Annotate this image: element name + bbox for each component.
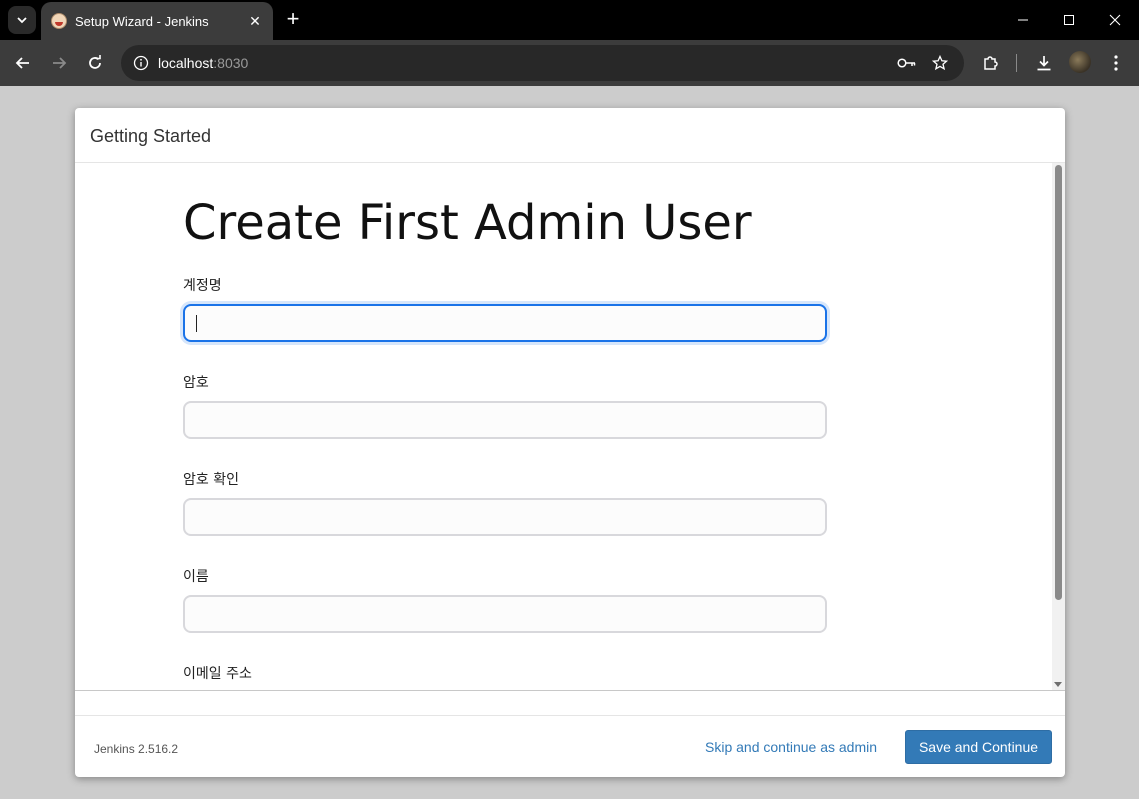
key-icon xyxy=(897,58,916,68)
jenkins-favicon-icon xyxy=(51,13,67,29)
puzzle-icon xyxy=(984,56,998,70)
url-port: :8030 xyxy=(213,55,249,71)
page-title: Create First Admin User xyxy=(183,195,752,251)
fullname-label: 이름 xyxy=(183,569,209,585)
reload-button[interactable] xyxy=(81,49,109,77)
browser-toolbar: localhost:8030 xyxy=(0,40,1139,86)
toolbar-separator xyxy=(1016,54,1017,72)
tab-close-icon[interactable]: ✕ xyxy=(245,11,265,31)
close-window-button[interactable] xyxy=(1092,0,1138,40)
profile-avatar[interactable] xyxy=(1069,51,1091,73)
fullname-field[interactable] xyxy=(183,595,827,633)
extensions-button[interactable] xyxy=(977,49,1005,77)
url-text: localhost:8030 xyxy=(158,55,248,71)
dialog-header: Getting Started xyxy=(75,108,1065,163)
dialog-footer: Jenkins 2.516.2 Skip and continue as adm… xyxy=(75,715,1065,777)
tab-search-button[interactable] xyxy=(8,6,36,34)
site-info-button[interactable] xyxy=(131,53,151,73)
address-bar[interactable]: localhost:8030 xyxy=(121,45,964,81)
dialog-body: Create First Admin User 계정명 암호 암호 확인 이름 … xyxy=(75,163,1065,691)
url-host: localhost xyxy=(158,55,214,71)
downloads-button[interactable] xyxy=(1030,49,1058,77)
password-field[interactable] xyxy=(183,401,827,439)
minimize-icon xyxy=(1018,19,1028,21)
maximize-icon xyxy=(1064,15,1074,25)
maximize-button[interactable] xyxy=(1046,0,1092,40)
text-caret xyxy=(196,315,197,332)
star-icon xyxy=(932,55,948,71)
arrow-right-icon xyxy=(53,57,67,69)
setup-wizard-dialog: Getting Started Create First Admin User … xyxy=(75,108,1065,777)
reload-icon xyxy=(89,55,101,69)
email-label: 이메일 주소 xyxy=(183,666,252,682)
minimize-button[interactable] xyxy=(1000,0,1046,40)
username-label: 계정명 xyxy=(183,278,222,294)
scrollbar-thumb[interactable] xyxy=(1055,165,1062,600)
back-button[interactable] xyxy=(9,49,37,77)
password-label: 암호 xyxy=(183,375,209,391)
confirm-password-label: 암호 확인 xyxy=(183,472,239,488)
version-label: Jenkins 2.516.2 xyxy=(94,742,179,756)
chevron-down-icon xyxy=(17,17,27,24)
skip-continue-link[interactable]: Skip and continue as admin xyxy=(705,739,877,755)
dialog-header-title: Getting Started xyxy=(90,126,212,146)
forward-button[interactable] xyxy=(45,49,73,77)
browser-menu-button[interactable] xyxy=(1102,49,1130,77)
browser-tab[interactable]: Setup Wizard - Jenkins ✕ xyxy=(41,2,273,40)
new-tab-button[interactable]: + xyxy=(281,8,305,32)
close-icon xyxy=(1109,14,1121,26)
download-icon xyxy=(1037,56,1051,71)
kebab-menu-icon xyxy=(1114,55,1118,71)
tab-title: Setup Wizard - Jenkins xyxy=(75,13,209,29)
confirm-password-field[interactable] xyxy=(183,498,827,536)
scrollbar[interactable] xyxy=(1052,163,1065,690)
username-field[interactable] xyxy=(183,304,827,342)
save-and-continue-button[interactable]: Save and Continue xyxy=(905,730,1052,764)
password-manager-button[interactable] xyxy=(897,53,917,73)
info-icon xyxy=(133,55,149,71)
bookmark-button[interactable] xyxy=(930,53,950,73)
browser-titlebar: Setup Wizard - Jenkins ✕ + xyxy=(0,0,1139,40)
scroll-down-arrow-icon[interactable] xyxy=(1054,682,1062,687)
arrow-left-icon xyxy=(15,57,29,69)
